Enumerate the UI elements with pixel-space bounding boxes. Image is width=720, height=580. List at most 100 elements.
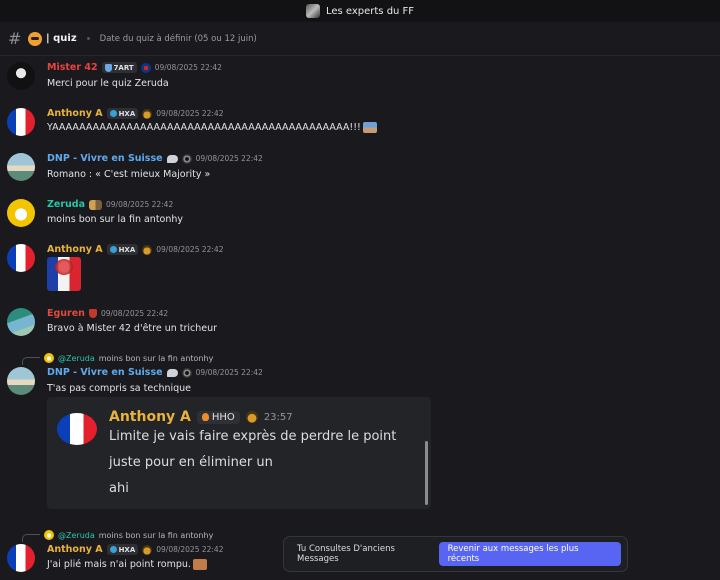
channel-emoji-icon <box>28 31 42 46</box>
message-text: YAAAAAAAAAAAAAAAAAAAAAAAAAAAAAAAAAAAAAAA… <box>47 122 377 133</box>
message-text: Bravo à Mister 42 d'être un tricheur <box>47 323 218 334</box>
message-text: T'as pas compris sa technique <box>47 383 192 394</box>
message[interactable]: DNP - Vivre en Suisse 09/08/2025 22:42 T… <box>0 366 720 396</box>
timestamp: 09/08/2025 22:42 <box>106 200 174 209</box>
message[interactable]: Eguren 09/08/2025 22:42 Bravo à Mister 4… <box>0 306 720 340</box>
old-messages-text: Tu Consultes D'anciens Messages <box>297 544 395 564</box>
username[interactable]: Anthony A <box>47 544 103 555</box>
message-text: Romano : « C'est mieux Majority » <box>47 169 211 180</box>
fire-icon <box>201 413 209 421</box>
timestamp: 09/08/2025 22:42 <box>154 63 222 72</box>
avatar[interactable] <box>7 544 35 572</box>
emoji-icon <box>362 122 377 133</box>
message[interactable]: Anthony A HXA 09/08/2025 22:42 YAAAAAAAA… <box>0 106 720 140</box>
username[interactable]: Anthony A <box>47 244 103 255</box>
embed-line: Limite je vais faire exprès de perdre le… <box>109 429 397 444</box>
chat-bubble-icon <box>166 368 178 377</box>
jump-to-present-button[interactable]: Revenir aux messages les plus récents <box>438 542 621 566</box>
username[interactable]: Zeruda <box>47 199 85 210</box>
timestamp: 09/08/2025 22:42 <box>156 109 224 118</box>
embed-header: Anthony A HHO 23:57 <box>109 409 293 425</box>
timestamp: 09/08/2025 22:42 <box>156 545 224 554</box>
hxa-icon <box>109 246 117 253</box>
psg-icon <box>140 62 151 73</box>
message-header: Zeruda 09/08/2025 22:42 <box>47 199 173 210</box>
guild-tag-label: HXA <box>118 545 136 554</box>
message-header: Anthony A HXA 09/08/2025 22:42 <box>47 108 223 119</box>
reply-text: moins bon sur la fin antonhy <box>98 353 214 363</box>
chat-bubble-icon <box>166 154 178 163</box>
username[interactable]: DNP - Vivre en Suisse <box>47 367 163 378</box>
server-icon <box>305 4 320 18</box>
embed-username: Anthony A <box>109 409 191 425</box>
message[interactable]: Zeruda 09/08/2025 22:42 moins bon sur la… <box>0 197 720 231</box>
guild-tag[interactable]: 7ART <box>101 62 137 73</box>
message-text-content: YAAAAAAAAAAAAAAAAAAAAAAAAAAAAAAAAAAAAAAA… <box>47 122 361 133</box>
medal-icon <box>245 411 258 423</box>
timestamp: 09/08/2025 22:42 <box>195 154 263 163</box>
message-header: DNP - Vivre en Suisse 09/08/2025 22:42 <box>47 367 263 378</box>
emoji-icon <box>192 559 207 570</box>
username[interactable]: DNP - Vivre en Suisse <box>47 153 163 164</box>
username[interactable]: Mister 42 <box>47 62 98 73</box>
old-messages-banner: Tu Consultes D'anciens Messages Revenir … <box>283 536 628 572</box>
reply-preview[interactable]: @Zeruda moins bon sur la fin antonhy <box>22 351 213 365</box>
embed-line: juste pour en éliminer un <box>109 455 273 470</box>
message[interactable]: Anthony A HXA 09/08/2025 22:42 <box>0 242 720 294</box>
avatar[interactable] <box>7 62 35 90</box>
channel-header: # | quiz Date du quiz à définir (05 ou 1… <box>0 22 720 56</box>
guild-tag[interactable]: HXA <box>106 108 139 119</box>
message[interactable]: DNP - Vivre en Suisse 09/08/2025 22:42 R… <box>0 151 720 185</box>
message-text: Merci pour le quiz Zeruda <box>47 78 169 89</box>
message-header: Anthony A HXA 09/08/2025 22:42 <box>47 544 223 555</box>
avatar[interactable] <box>7 308 35 336</box>
reply-text: moins bon sur la fin antonhy <box>98 530 214 540</box>
embed-avatar <box>57 413 97 445</box>
username[interactable]: Eguren <box>47 308 85 319</box>
guild-tag-label: 7ART <box>113 63 134 72</box>
message-header: Anthony A HXA 09/08/2025 22:42 <box>47 244 223 255</box>
timestamp: 09/08/2025 22:42 <box>100 309 169 318</box>
reply-avatar <box>44 530 54 540</box>
reply-mention[interactable]: @Zeruda <box>58 531 95 540</box>
reply-mention[interactable]: @Zeruda <box>58 354 95 363</box>
medal-icon <box>142 108 153 119</box>
crest-icon <box>88 309 97 318</box>
embed-tag: HHO <box>196 410 240 424</box>
avatar[interactable] <box>7 108 35 136</box>
timestamp: 09/08/2025 22:42 <box>156 245 224 254</box>
guild-tag-label: HXA <box>118 245 136 254</box>
embedded-image[interactable]: Anthony A HHO 23:57 Limite je vais faire… <box>47 397 431 509</box>
message-text-content: J'ai plié mais n'ai point rompu. <box>47 559 191 570</box>
hash-icon: # <box>8 29 22 48</box>
reply-avatar <box>44 353 54 363</box>
message-header: Eguren 09/08/2025 22:42 <box>47 308 168 319</box>
header-separator <box>86 37 90 40</box>
guild-tag-label: HXA <box>118 109 136 118</box>
medal-icon <box>142 244 153 255</box>
reply-preview[interactable]: @Zeruda moins bon sur la fin antonhy <box>22 528 213 542</box>
sticker-image[interactable] <box>47 257 81 291</box>
reply-spine <box>22 357 40 365</box>
embed-line: ahi <box>109 481 129 496</box>
avatar[interactable] <box>7 367 35 395</box>
avatar[interactable] <box>7 199 35 227</box>
people-icon <box>89 199 102 210</box>
avatar[interactable] <box>7 153 35 181</box>
disc-icon <box>181 367 192 378</box>
channel-topic[interactable]: Date du quiz à définir (05 ou 12 juin) <box>100 34 257 44</box>
embed-time: 23:57 <box>263 411 293 423</box>
avatar[interactable] <box>7 244 35 272</box>
message[interactable]: Mister 42 7ART 09/08/2025 22:42 Merci po… <box>0 60 720 94</box>
reply-spine <box>22 534 40 542</box>
message-header: DNP - Vivre en Suisse 09/08/2025 22:42 <box>47 153 263 164</box>
hxa-icon <box>109 110 117 117</box>
server-title: Les experts du FF <box>325 5 415 17</box>
guild-tag[interactable]: HXA <box>106 544 139 555</box>
guild-tag[interactable]: HXA <box>106 244 139 255</box>
title-bar: Les experts du FF <box>0 0 720 22</box>
channel-name[interactable]: | quiz <box>46 33 77 44</box>
timestamp: 09/08/2025 22:42 <box>195 368 263 377</box>
username[interactable]: Anthony A <box>47 108 103 119</box>
hxa-icon <box>109 546 117 553</box>
